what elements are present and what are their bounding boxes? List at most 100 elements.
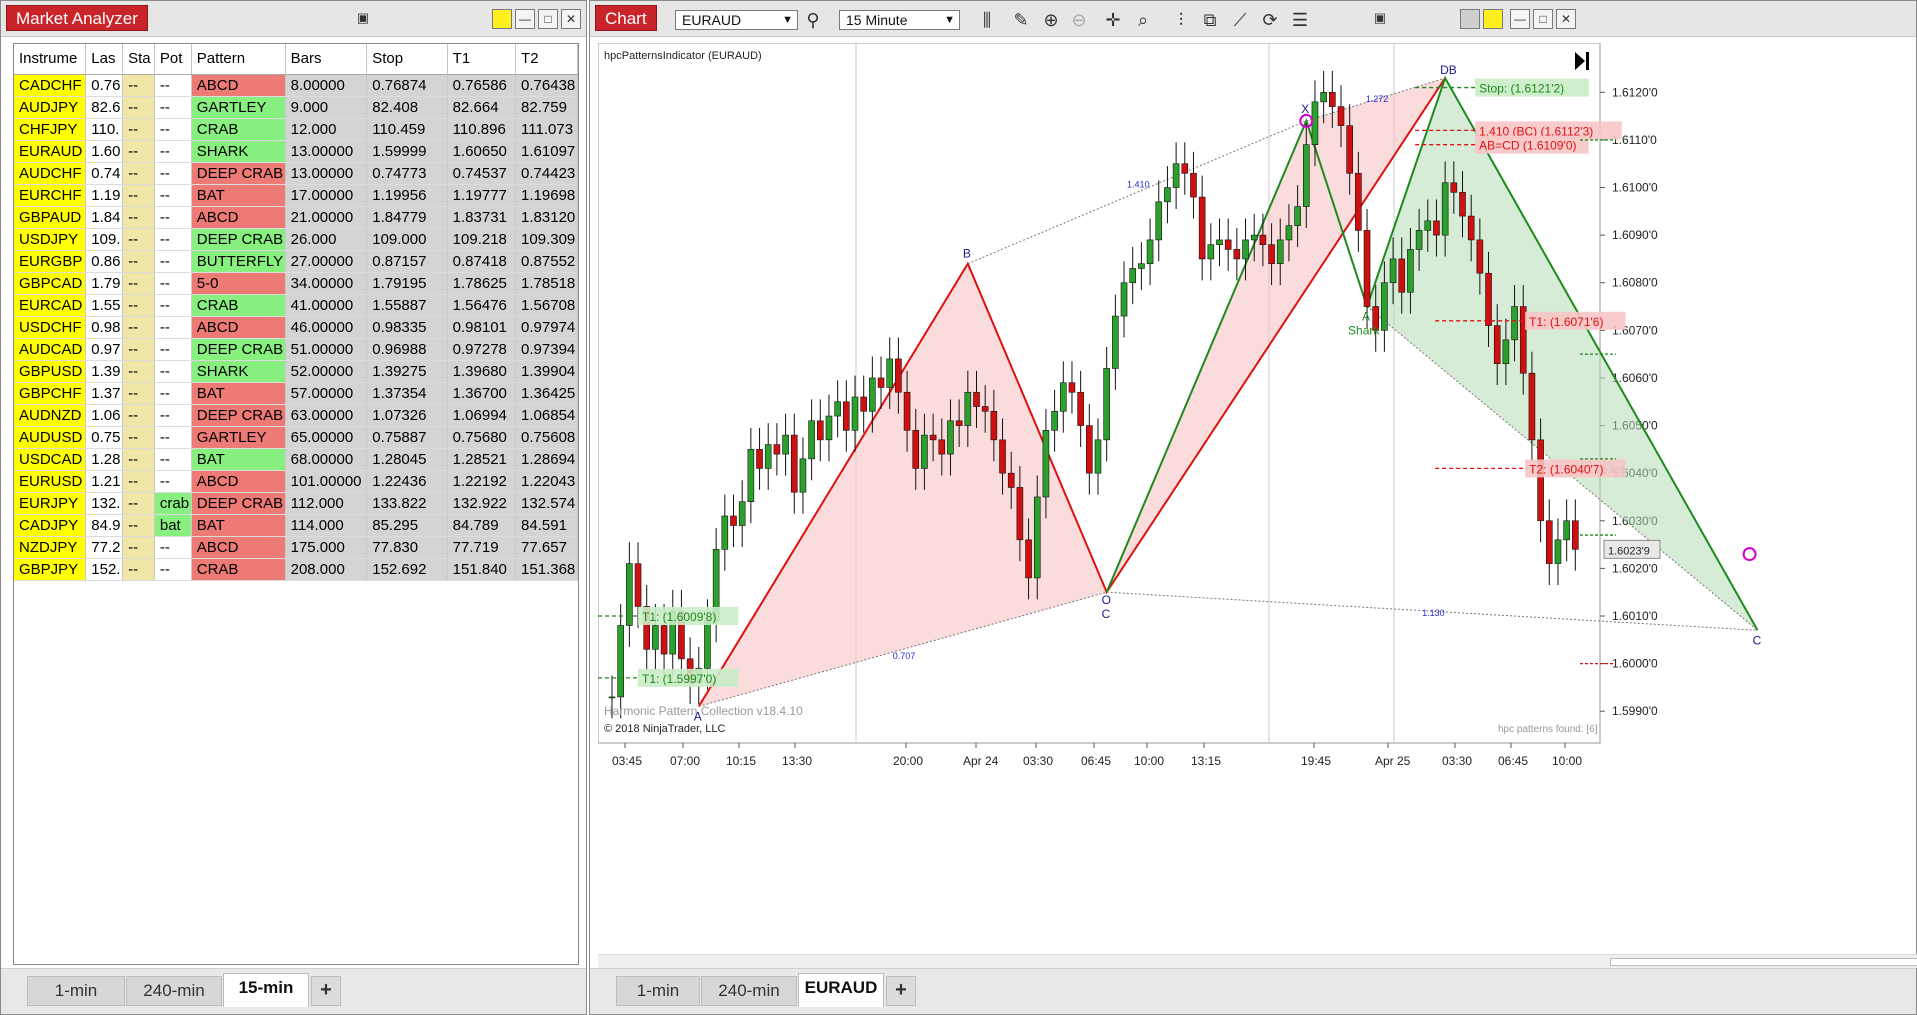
data-box-icon[interactable]: ⌕ xyxy=(1130,8,1156,32)
cell-t2: 1.19698 xyxy=(515,184,578,207)
tab-1-min[interactable]: 1-min xyxy=(616,976,700,1006)
scrollbar-thumb[interactable] xyxy=(1610,958,1917,966)
col-stop-header[interactable]: Stop xyxy=(366,44,448,75)
col-status-header[interactable]: Sta xyxy=(122,44,155,75)
tab-240-min[interactable]: 240-min xyxy=(126,976,222,1006)
refresh-icon[interactable]: ⟳ xyxy=(1257,8,1283,32)
table-row[interactable]: EURAUD 1.60 -- -- SHARK 13.00000 1.59999 1.6065… xyxy=(14,140,578,163)
bar-type-icon[interactable]: ⫼ xyxy=(974,8,1000,32)
add-tab-button[interactable]: + xyxy=(311,976,341,1006)
col-last-header[interactable]: Las xyxy=(85,44,124,75)
cell-stop: 0.96988 xyxy=(366,338,448,361)
table-row[interactable]: EURGBP 0.86 -- -- BUTTERFLY 27.00000 0.87157 0.… xyxy=(14,250,578,273)
minimize-button[interactable]: — xyxy=(515,9,535,29)
table-row[interactable]: AUDCHF 0.74 -- -- DEEP CRAB 13.00000 0.74773 0.… xyxy=(14,162,578,185)
cell-pattern: DEEP CRAB xyxy=(191,228,286,251)
search-icon[interactable]: ⚲ xyxy=(800,8,826,32)
cell-stop: 1.79195 xyxy=(366,272,448,295)
link-icon[interactable]: ▣ xyxy=(353,9,373,29)
col-pattern-header[interactable]: Pattern xyxy=(191,44,286,75)
price-chart[interactable]: 1.6120'01.6110'01.6100'01.6090'01.6080'0… xyxy=(598,43,1916,954)
table-row[interactable]: GBPUSD 1.39 -- -- SHARK 52.00000 1.39275 1.3968… xyxy=(14,360,578,383)
cell-bars: 57.00000 xyxy=(285,382,368,405)
chart-horizontal-scrollbar[interactable] xyxy=(598,954,1917,968)
level-label: T1: (1.6009'8) xyxy=(642,610,716,624)
cell-status: -- xyxy=(122,206,155,229)
table-row[interactable]: EURCAD 1.55 -- -- CRAB 41.00000 1.55887 1.56476… xyxy=(14,294,578,317)
table-row[interactable]: USDCAD 1.28 -- -- BAT 68.00000 1.28045 1.28521 1… xyxy=(14,448,578,471)
market-analyzer-titlebar[interactable]: Market Analyzer ▣ — □ ✕ xyxy=(1,1,586,37)
pattern-point-label: DB xyxy=(1440,63,1457,77)
close-button[interactable]: ✕ xyxy=(561,9,581,29)
maximize-button[interactable]: □ xyxy=(1533,9,1553,29)
cell-stop: 133.822 xyxy=(366,492,448,515)
table-row[interactable]: CHFJPY 110. -- -- CRAB 12.000 110.459 110.896 11… xyxy=(14,118,578,141)
cell-potential: -- xyxy=(154,250,192,273)
tab-1-min[interactable]: 1-min xyxy=(27,976,125,1006)
link-icon[interactable]: ▣ xyxy=(1370,9,1390,29)
maximize-button[interactable]: □ xyxy=(538,9,558,29)
col-bars-header[interactable]: Bars xyxy=(285,44,368,75)
table-row[interactable]: GBPJPY 152. -- -- CRAB 208.000 152.692 151.840 1… xyxy=(14,558,578,581)
close-button[interactable]: ✕ xyxy=(1556,9,1576,29)
col-potential-header[interactable]: Pot xyxy=(154,44,192,75)
table-row[interactable]: NZDJPY 77.2 -- -- ABCD 175.000 77.830 77.719 77.… xyxy=(14,536,578,559)
table-row[interactable]: EURJPY 132. -- crab DEEP CRAB 112.000 133.822 1… xyxy=(14,492,578,515)
table-row[interactable]: GBPCHF 1.37 -- -- BAT 57.00000 1.37354 1.36700 1… xyxy=(14,382,578,405)
col-t2-header[interactable]: T2 xyxy=(515,44,578,75)
indicators-icon[interactable]: ⫶ xyxy=(1168,8,1194,32)
candle xyxy=(1502,339,1510,364)
cell-instrument: EURUSD xyxy=(14,470,87,493)
drawing-tools-icon[interactable]: ⟋ xyxy=(1227,8,1253,32)
table-row[interactable]: EURCHF 1.19 -- -- BAT 17.00000 1.19956 1.19777 1… xyxy=(14,184,578,207)
col-instrument-header[interactable]: Instrume xyxy=(14,44,87,75)
crosshair-icon[interactable]: ✛ xyxy=(1100,8,1126,32)
instrument-selector[interactable]: EURAUD ▼ xyxy=(675,10,798,30)
cell-status: -- xyxy=(122,272,155,295)
table-row[interactable]: GBPCAD 1.79 -- -- 5-0 34.00000 1.79195 1.78625 1… xyxy=(14,272,578,295)
table-row[interactable]: AUDCAD 0.97 -- -- DEEP CRAB 51.00000 0.96988 0.… xyxy=(14,338,578,361)
table-row[interactable]: AUDJPY 82.6 -- -- GARTLEY 9.000 82.408 82.664 82… xyxy=(14,96,578,119)
candle xyxy=(1572,520,1579,550)
cell-t1: 1.28521 xyxy=(447,448,517,471)
table-row[interactable]: AUDUSD 0.75 -- -- GARTLEY 65.00000 0.75887 0.75… xyxy=(14,426,578,449)
table-row[interactable]: EURUSD 1.21 -- -- ABCD 101.00000 1.22436 1.2219… xyxy=(14,470,578,493)
table-row[interactable]: GBPAUD 1.84 -- -- ABCD 21.00000 1.84779 1.83731… xyxy=(14,206,578,229)
cell-last: 0.75 xyxy=(85,426,124,449)
interval-selector[interactable]: 15 Minute ▼ xyxy=(839,10,960,30)
add-tab-button[interactable]: + xyxy=(886,976,916,1006)
cell-status: -- xyxy=(122,294,155,317)
col-t1-header[interactable]: T1 xyxy=(447,44,517,75)
minimize-button[interactable]: — xyxy=(1510,9,1530,29)
chart-title: Chart xyxy=(595,5,657,31)
cell-instrument: GBPUSD xyxy=(14,360,87,383)
tab-euraud[interactable]: EURAUD xyxy=(798,973,884,1007)
cell-instrument: AUDUSD xyxy=(14,426,87,449)
properties-icon[interactable]: ☰ xyxy=(1287,8,1313,32)
table-row[interactable]: CADCHF 0.76 -- -- ABCD 8.00000 0.76874 0.76586 0… xyxy=(14,74,578,97)
instrument-link-button[interactable] xyxy=(492,9,512,29)
candle xyxy=(1398,258,1406,293)
chart-titlebar[interactable]: Chart EURAUD ▼ ⚲ 15 Minute ▼ ⫼ ✎ ⊕ ⊖ ✛ ⌕ ⫶… xyxy=(590,1,1916,37)
cell-stop: 1.39275 xyxy=(366,360,448,383)
cell-bars: 9.000 xyxy=(285,96,368,119)
candle xyxy=(1120,282,1128,317)
cell-last: 0.98 xyxy=(85,316,124,339)
draw-pencil-icon[interactable]: ✎ xyxy=(1008,8,1034,32)
cell-pattern: ABCD xyxy=(191,470,286,493)
zoom-in-icon[interactable]: ⊕ xyxy=(1038,8,1064,32)
table-row[interactable]: USDCHF 0.98 -- -- ABCD 46.00000 0.98335 0.98101… xyxy=(14,316,578,339)
candle xyxy=(1138,263,1145,269)
table-row[interactable]: USDJPY 109. -- -- DEEP CRAB 26.000 109.000 109.… xyxy=(14,228,578,251)
account-link-button[interactable] xyxy=(1460,9,1480,29)
table-row[interactable]: CADJPY 84.9 -- bat BAT 114.000 85.295 84.789 84.… xyxy=(14,514,578,537)
y-tick-label: 1.6000'0 xyxy=(1612,657,1658,671)
strategies-icon[interactable]: ⧉ xyxy=(1197,8,1223,32)
table-row[interactable]: AUDNZD 1.06 -- -- DEEP CRAB 63.00000 1.07326 1.… xyxy=(14,404,578,427)
cell-t2: 82.759 xyxy=(515,96,578,119)
cell-t1: 1.06994 xyxy=(447,404,517,427)
instrument-link-button[interactable] xyxy=(1483,9,1503,29)
zoom-out-icon[interactable]: ⊖ xyxy=(1066,8,1092,32)
tab-15-min[interactable]: 15-min xyxy=(223,973,309,1007)
tab-240-min[interactable]: 240-min xyxy=(701,976,797,1006)
